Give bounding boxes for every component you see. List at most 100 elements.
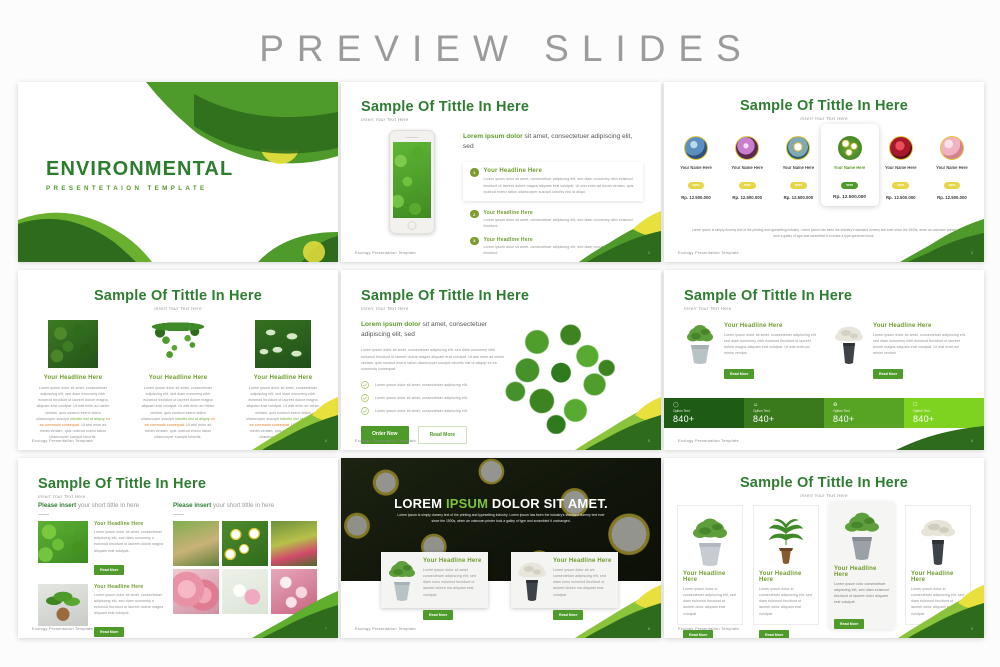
heading-rule: [38, 513, 49, 516]
phone-speaker-icon: [406, 137, 418, 139]
price-card-price: Rp. 12.500.000: [885, 195, 916, 200]
slide-1-cover[interactable]: ENVIRONMENTAL PRESENTETAION TEMPLATE: [18, 82, 338, 262]
product-card-featured[interactable]: Your Headline Here Lorem ipsum dolo cons…: [829, 501, 895, 629]
slide-6-products-stats[interactable]: Sample Of Tittle In Here Insert Your Tex…: [664, 270, 984, 450]
gallery-thumb[interactable]: [173, 569, 219, 615]
product-body: Lorem ipsum dolor sit amet, consectetuer…: [873, 333, 966, 356]
entry-body: Lorem ipsum dolor sit amet, consectetuer…: [94, 592, 164, 616]
read-more-button[interactable]: Read More: [911, 629, 942, 638]
stat-item[interactable]: ◯ Option Text 840+: [664, 398, 744, 428]
potted-plant-icon: [845, 512, 879, 560]
hero-card-image: [516, 558, 548, 602]
column-item[interactable]: Your Headline Here Lorem ipsum dolor sit…: [246, 320, 320, 440]
price-card-image: [735, 136, 760, 160]
read-more-button[interactable]: Read More: [94, 627, 125, 638]
potted-plant-icon: [921, 520, 955, 565]
phone-home-button-icon: [407, 221, 417, 230]
price-card-name: Your Name Here: [782, 165, 815, 170]
stat-item[interactable]: ☐ Option Text 840+: [904, 398, 984, 428]
product-card[interactable]: Your Headline Here Lorem ipsum dolor si …: [677, 505, 743, 638]
price-card-price: Rp. 12.500.000: [732, 195, 762, 200]
feature-item-2[interactable]: 2 Your Headline Here Lorem ipsum dolor s…: [463, 209, 643, 230]
slide2-title: Sample Of Tittle In Here: [361, 99, 530, 115]
stat-item[interactable]: ☺ Option Text 840+: [744, 398, 824, 428]
product-card[interactable]: Your Headline Here Lorem ipsum dolor si …: [753, 505, 819, 638]
price-card-badge: 50/50: [943, 182, 961, 189]
slide-5-cta-checklist[interactable]: Sample Of Tittle In Here Insert Your Tex…: [341, 270, 661, 450]
feature-number-badge: 3: [470, 236, 479, 246]
stat-value: 840+: [913, 413, 935, 424]
read-more-button[interactable]: Read More: [94, 564, 125, 575]
slide-7-gallery[interactable]: Sample Of Tittle In Here Insert Your Tex…: [18, 458, 338, 638]
price-card-image: [939, 136, 964, 160]
phone-mockup: [389, 130, 435, 234]
hero-card-image: [386, 558, 418, 602]
feature-headline: Your Headline Here: [483, 209, 533, 216]
slide6-subtitle: Insert Your Text Here: [684, 306, 732, 311]
price-card-badge: 50/50: [738, 182, 756, 189]
slide-2-phone-feature[interactable]: Sample Of Tittle In Here Insert Your Tex…: [341, 82, 661, 262]
slide7-page-number: 7: [324, 626, 327, 631]
slide6-footer: Ecology Presentation Template: [678, 438, 739, 443]
column-item[interactable]: Your Headline Here Lorem ipsum dolor sit…: [36, 320, 110, 440]
potted-plant-icon: [693, 518, 727, 566]
product-item[interactable]: Your Headline Here Lorem ipsum dolor sit…: [684, 323, 817, 380]
page-title: PREVIEW SLIDES: [259, 28, 754, 69]
potted-plant-icon: [518, 562, 546, 601]
stat-label: Option Text: [833, 409, 850, 413]
hero-card[interactable]: Your Headline Here Lorem ipsum dolor sit…: [511, 552, 618, 620]
potted-plant-icon: [835, 326, 863, 364]
slide-8-hero-banner[interactable]: LOREM IPSUM DOLOR SIT AMET. Lorem ipsum …: [341, 458, 661, 638]
price-card[interactable]: Your Name Here 50/50 Rp. 12.500.000: [775, 136, 821, 200]
read-more-button[interactable]: Read More: [873, 368, 904, 379]
price-card[interactable]: Your Name Here 50/50 Rp. 12.500.000: [673, 136, 719, 200]
price-card-badge: 50/50: [841, 182, 858, 189]
stat-item[interactable]: ♻ Option Text 840+: [824, 398, 904, 428]
price-card[interactable]: Your Name Here 50/50 Rp. 12.500.000: [724, 136, 770, 200]
slide-4-three-columns[interactable]: Sample Of Tittle In Here Insert Your Tex…: [18, 270, 338, 450]
price-card-image: [786, 136, 811, 160]
read-more-button[interactable]: Read More: [553, 609, 584, 620]
gallery-thumb[interactable]: [271, 521, 317, 567]
slide7-title: Sample Of Tittle In Here: [38, 476, 207, 492]
feature-item-3[interactable]: 3 Your Headline Here Lorem ipsum dolor s…: [463, 236, 643, 257]
slide-3-pricing[interactable]: Sample Of Tittle In Here Insert Your Tex…: [664, 82, 984, 262]
hero-card[interactable]: Your Headline Here Lorem ipsum dolor sit…: [381, 552, 488, 620]
gallery-thumb[interactable]: [222, 569, 268, 615]
check-label: Lorem ipsum dolor sit amet, consectetuer…: [375, 395, 468, 400]
gallery-thumb[interactable]: [173, 521, 219, 567]
slide2-subtitle: Insert Your Text Here: [361, 117, 409, 122]
product-card-body: Lorem ipsum dolo consectetuer adipiscing…: [834, 582, 889, 605]
price-card[interactable]: Your Name Here 50/50 Rp. 12.500.000: [878, 136, 924, 200]
check-circle-icon: [361, 381, 369, 389]
feature-item-1[interactable]: 1 Your Headline Here Lorem ipsum dolor s…: [463, 162, 643, 201]
price-card[interactable]: Your Name Here 50/50 Rp. 12.500.000: [929, 136, 975, 200]
feature-headline: Your Headline Here: [483, 168, 543, 175]
product-item[interactable]: Your Headline Here Lorem ipsum dolor sit…: [833, 323, 966, 380]
phone-screen-image: [393, 142, 431, 218]
read-more-button[interactable]: Read More: [417, 425, 468, 444]
box-icon: ☐: [913, 402, 918, 408]
column-item[interactable]: Your Headline Here Lorem ipsum dolor sit…: [141, 320, 215, 440]
read-more-button[interactable]: Read More: [423, 609, 454, 620]
potted-plant-icon: [389, 561, 415, 601]
price-card-price: Rp. 12.500.000: [937, 195, 967, 200]
price-card-featured[interactable]: Your Name Here 50/50 Rp. 12.500.000: [820, 124, 879, 206]
heading-rule: [173, 513, 184, 516]
gallery-entry[interactable]: Your Headline Here Lorem ipsum dolor sit…: [38, 521, 168, 576]
stat-label: Option Text: [913, 409, 930, 413]
hero-card-body: Lorem ipsum dolor sit am consectetuer ad…: [553, 568, 606, 597]
gallery-thumb[interactable]: [222, 521, 268, 567]
slide5-plant-image: [501, 316, 621, 434]
read-more-button[interactable]: Read More: [724, 368, 755, 379]
slide-9-product-cards[interactable]: Sample Of Tittle In Here Insert Your Tex…: [664, 458, 984, 638]
gallery-thumb[interactable]: [271, 569, 317, 615]
read-more-button[interactable]: Read More: [759, 629, 790, 638]
product-headline: Your Headline Here: [873, 323, 932, 329]
right-heading: Please insert your short tittle in here: [173, 502, 275, 509]
product-card[interactable]: Your Headline Here Lorem ipsum dolor si …: [905, 505, 971, 638]
slide3-page-number: 3: [970, 250, 973, 255]
read-more-button[interactable]: Read More: [834, 618, 865, 629]
cover-title: ENVIRONMENTAL: [46, 158, 234, 180]
slide9-subtitle: Insert Your Text Here: [800, 493, 848, 498]
